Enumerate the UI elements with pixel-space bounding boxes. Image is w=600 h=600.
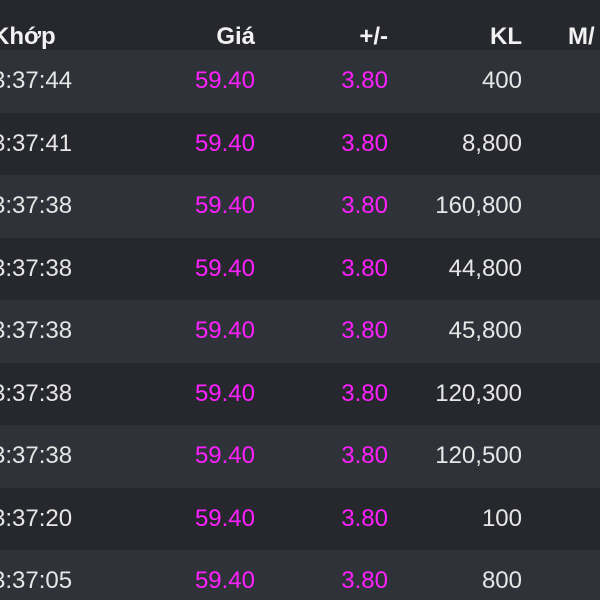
trade-volume: 400 [481, 67, 522, 94]
table-row: 3:37:05 59.40 3.80 800 [0, 550, 600, 600]
trade-price: 59.40 [194, 379, 255, 407]
table-row: 3:37:38 59.40 3.80 120,500 [0, 425, 600, 488]
trade-change: 3.80 [341, 254, 388, 282]
trade-change: 3.80 [341, 129, 388, 157]
column-header-side[interactable]: M/ [568, 22, 595, 52]
table-row: 3:37:38 59.40 3.80 160,800 [0, 175, 600, 238]
trade-time: 3:37:20 [0, 504, 73, 532]
trade-price: 59.40 [194, 567, 255, 594]
table-body: 3:37:44 59.40 3.80 400 3:37:41 59.40 3.8… [0, 50, 600, 600]
trade-price: 59.40 [194, 129, 255, 157]
column-header-price[interactable]: Giá [216, 22, 255, 52]
column-header-volume[interactable]: KL [490, 22, 522, 52]
trade-volume: 160,800 [435, 192, 522, 219]
trade-volume: 8,800 [461, 129, 522, 157]
table-row: 3:37:38 59.40 3.80 120,300 [0, 362, 600, 425]
table-row: 3:37:20 59.40 3.80 100 [0, 487, 600, 550]
trade-change: 3.80 [341, 504, 388, 532]
trade-price: 59.40 [194, 442, 255, 469]
trade-volume: 800 [481, 567, 522, 594]
trade-volume: 44,800 [448, 254, 522, 282]
table-row: 3:37:44 59.40 3.80 400 [0, 50, 600, 113]
trade-volume: 100 [481, 504, 522, 532]
trade-time: 3:37:38 [0, 379, 73, 407]
trade-history-table: Khớp Giá +/- KL M/ 3:37:44 59.40 3.80 40… [0, 0, 600, 600]
trade-time: 3:37:05 [0, 567, 73, 594]
trade-time: 3:37:41 [0, 129, 73, 157]
trade-change: 3.80 [341, 67, 388, 94]
trade-change: 3.80 [341, 442, 388, 469]
table-row: 3:37:38 59.40 3.80 44,800 [0, 237, 600, 300]
column-header-time[interactable]: Khớp [0, 22, 56, 52]
trade-change: 3.80 [341, 567, 388, 594]
trade-time: 3:37:44 [0, 67, 73, 94]
trade-price: 59.40 [194, 254, 255, 282]
trade-change: 3.80 [341, 192, 388, 219]
trade-volume: 120,500 [435, 442, 522, 469]
trade-volume: 120,300 [435, 379, 522, 407]
table-row: 3:37:41 59.40 3.80 8,800 [0, 112, 600, 175]
column-header-change[interactable]: +/- [359, 22, 388, 52]
trade-time: 3:37:38 [0, 317, 73, 344]
trade-change: 3.80 [341, 379, 388, 407]
trade-price: 59.40 [194, 504, 255, 532]
trade-time: 3:37:38 [0, 254, 73, 282]
trade-time: 3:37:38 [0, 192, 73, 219]
trade-price: 59.40 [194, 67, 255, 94]
trade-price: 59.40 [194, 317, 255, 344]
trade-time: 3:37:38 [0, 442, 73, 469]
trade-volume: 45,800 [448, 317, 522, 344]
trade-change: 3.80 [341, 317, 388, 344]
trade-price: 59.40 [194, 192, 255, 219]
table-row: 3:37:38 59.40 3.80 45,800 [0, 300, 600, 363]
